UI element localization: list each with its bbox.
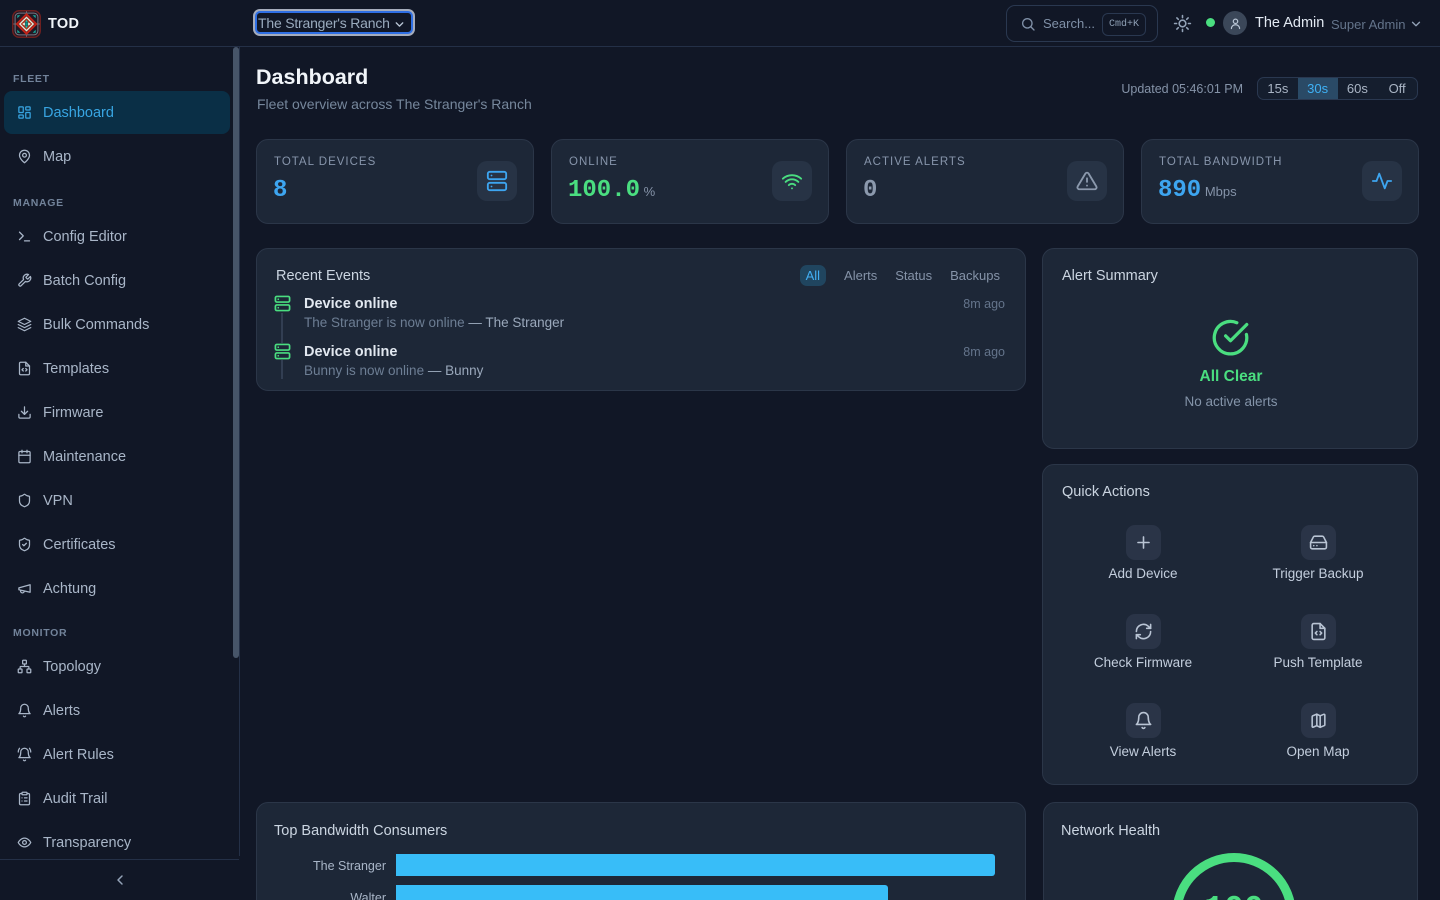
svg-text:100: 100 (1204, 891, 1263, 900)
